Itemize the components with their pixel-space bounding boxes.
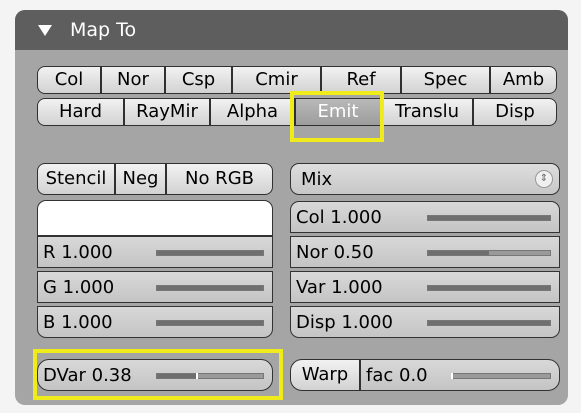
map-to-panel: Map To Col Nor Csp Cmir Ref Spec Amb Har… (15, 10, 568, 405)
map-spec-button[interactable]: Spec (401, 66, 490, 94)
warp-fac-label: fac 0.0 (366, 364, 428, 386)
blend-mode-value: Mix (301, 168, 333, 190)
dvar-label: DVar 0.38 (43, 364, 132, 386)
map-alpha-button[interactable]: Alpha (210, 98, 295, 126)
warp-toggle[interactable]: Warp (290, 359, 360, 391)
blend-mode-select[interactable]: Mix ⇕ (290, 163, 560, 195)
map-disp-button[interactable]: Disp (473, 98, 557, 126)
color-swatch[interactable] (37, 200, 273, 236)
map-translu-button[interactable]: Translu (381, 98, 473, 126)
map-raymir-button[interactable]: RayMir (124, 98, 210, 126)
var-factor-slider[interactable]: Var 1.000 (290, 271, 560, 303)
r-label: R 1.000 (43, 241, 113, 263)
g-track (156, 285, 264, 291)
r-track (156, 250, 264, 256)
disp-factor-label: Disp 1.000 (296, 311, 393, 333)
g-label: G 1.000 (43, 276, 115, 298)
stencil-button[interactable]: Stencil (37, 163, 115, 195)
col-factor-track (427, 215, 551, 221)
map-cmir-button[interactable]: Cmir (232, 66, 321, 94)
dvar-slider[interactable]: DVar 0.38 (37, 359, 273, 391)
disp-factor-slider[interactable]: Disp 1.000 (290, 306, 560, 338)
var-factor-track (427, 285, 551, 291)
panel-title: Map To (70, 19, 137, 41)
map-amb-button[interactable]: Amb (490, 66, 557, 94)
nor-factor-slider[interactable]: Nor 0.50 (290, 236, 560, 268)
updown-arrow-icon: ⇕ (535, 170, 553, 188)
map-nor-button[interactable]: Nor (101, 66, 165, 94)
g-slider[interactable]: G 1.000 (37, 271, 273, 303)
disp-factor-track (427, 320, 551, 326)
map-emit-button[interactable]: Emit (295, 98, 381, 126)
col-factor-label: Col 1.000 (296, 206, 382, 228)
nor-factor-track (427, 250, 551, 256)
b-slider[interactable]: B 1.000 (37, 306, 273, 338)
collapse-triangle-icon[interactable] (38, 25, 52, 36)
col-factor-slider[interactable]: Col 1.000 (290, 201, 560, 233)
r-slider[interactable]: R 1.000 (37, 236, 273, 268)
b-track (156, 320, 264, 326)
map-col-button[interactable]: Col (37, 66, 101, 94)
map-hard-button[interactable]: Hard (37, 98, 124, 126)
panel-header[interactable]: Map To (15, 10, 568, 50)
dvar-track (156, 373, 264, 379)
var-factor-label: Var 1.000 (296, 276, 383, 298)
warp-fac-track (451, 373, 551, 379)
neg-button[interactable]: Neg (115, 163, 166, 195)
b-label: B 1.000 (43, 311, 113, 333)
no-rgb-button[interactable]: No RGB (166, 163, 273, 195)
map-ref-button[interactable]: Ref (321, 66, 401, 94)
nor-factor-label: Nor 0.50 (296, 241, 374, 263)
map-csp-button[interactable]: Csp (165, 66, 232, 94)
warp-fac-slider[interactable]: fac 0.0 (360, 359, 560, 391)
